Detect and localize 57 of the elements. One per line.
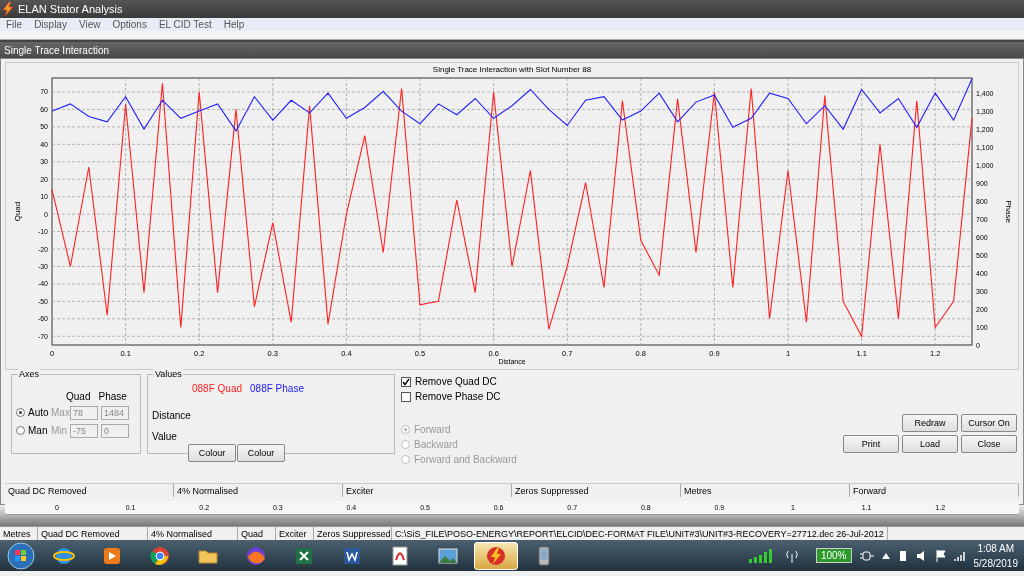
menu-item[interactable]: File (6, 18, 23, 31)
status-text: Metres (681, 484, 850, 497)
axis-title: Phase (1004, 200, 1013, 223)
radio-label: Forward and Backward (414, 453, 517, 467)
group-title: Axes (18, 369, 40, 379)
checkbox-label: Remove Phase DC (415, 390, 501, 404)
push-button[interactable]: Redraw (902, 414, 958, 432)
radio-label: Man (28, 424, 48, 438)
document-icon (389, 544, 411, 567)
chart-title: Single Trace Interaction with Slot Number 88 (432, 65, 592, 74)
push-button[interactable]: Print (843, 434, 899, 453)
menu-item[interactable]: EL CID Test (158, 18, 212, 31)
push-button[interactable]: Cursor On (961, 414, 1017, 432)
field-label: Distance (152, 409, 191, 423)
battery-indicator: 100% (815, 548, 852, 563)
field-label: Value (152, 430, 177, 444)
status-text: Exciter (343, 484, 512, 497)
checkbox[interactable] (401, 376, 411, 387)
lightning-icon (2, 2, 14, 16)
status-text: Zeros Suppressed (512, 484, 681, 497)
radio-label: Auto (28, 406, 48, 420)
plug-icon (859, 549, 874, 562)
up-arrow-icon[interactable] (881, 552, 890, 559)
checkbox[interactable] (401, 391, 411, 402)
push-button[interactable]: Load (902, 434, 958, 453)
menu-item[interactable]: Help (223, 18, 245, 31)
taskbar-button[interactable] (474, 541, 518, 570)
column-label: Phase (98, 390, 127, 404)
legend-label: 088F Phase (250, 382, 304, 396)
clock-date: 5/28/2019 (973, 556, 1018, 571)
status-text: 4% Normalised (174, 484, 343, 497)
window-title: ELAN Stator Analysis (18, 1, 123, 17)
colour-button[interactable]: Colour (237, 444, 285, 462)
flag-icon[interactable] (935, 549, 946, 562)
radio-label: Forward (414, 423, 451, 437)
menu-item[interactable]: Options (112, 18, 147, 31)
radio-label: Backward (414, 438, 458, 452)
field-label: Min (51, 424, 67, 438)
clock-time: 1:08 AM (977, 541, 1015, 556)
menu-item[interactable]: View (78, 18, 101, 31)
group-title: Values (154, 369, 183, 379)
menu-item[interactable]: Display (34, 18, 67, 31)
status-text: Quad DC Removed (5, 484, 174, 497)
browser-icon (245, 544, 267, 567)
checkbox-label: Remove Quad DC (415, 375, 497, 389)
status-text: Forward (850, 484, 1019, 497)
signal-icon (953, 550, 966, 561)
start-button[interactable] (4, 540, 38, 571)
window-title: Single Trace Interaction (4, 43, 110, 58)
lightning-icon (485, 544, 507, 567)
axis-title: Quad (13, 201, 22, 222)
push-button[interactable]: Close (961, 434, 1017, 453)
legend-label: 088F Quad (192, 382, 243, 396)
colour-button[interactable]: Colour (188, 444, 236, 462)
browser-icon (149, 544, 171, 567)
column-label: Quad (66, 390, 91, 404)
antenna-icon (785, 548, 798, 563)
